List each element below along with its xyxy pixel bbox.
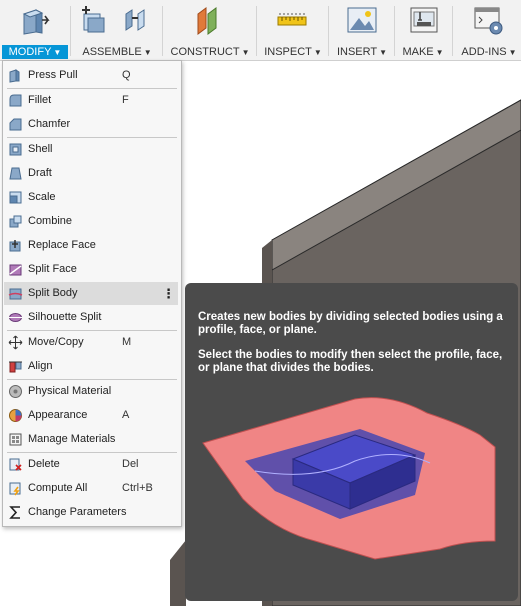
menu-item-manage-materials[interactable]: Manage Materials xyxy=(4,428,178,451)
menu-item-press-pull[interactable]: Press Pull Q xyxy=(4,64,178,87)
replace-face-icon xyxy=(9,240,21,252)
menu-item-label: Split Body xyxy=(28,287,78,299)
physical-material-icon xyxy=(9,385,22,398)
menu-item-combine[interactable]: Combine xyxy=(4,210,178,233)
align-icon xyxy=(9,361,22,373)
compute-all-icon xyxy=(9,482,21,496)
menu-item-silhouette-split[interactable]: Silhouette Split xyxy=(4,306,178,329)
insert-menu-button[interactable]: INSERT ▼ xyxy=(336,45,388,59)
modify-menu-button[interactable]: MODIFY ▼ xyxy=(2,45,68,59)
menu-item-label: Chamfer xyxy=(28,118,71,130)
ribbon-toolbar: MODIFY ▼ ASSEMBLE ▼ CONSTRUCT ▼ INSPECT … xyxy=(0,0,521,61)
add-ins-group[interactable]: ADD-INS ▼ xyxy=(454,0,521,60)
insert-group[interactable]: INSERT ▼ xyxy=(330,0,392,60)
menu-item-shortcut: Del xyxy=(122,458,139,470)
menu-item-align[interactable]: Align xyxy=(4,355,178,378)
appearance-icon xyxy=(9,409,22,422)
inspect-menu-button[interactable]: INSPECT ▼ xyxy=(264,45,322,59)
menu-item-compute-all[interactable]: Compute All Ctrl+B xyxy=(4,477,178,500)
modify-group[interactable]: MODIFY ▼ xyxy=(0,0,68,60)
menu-item-shell[interactable]: Shell xyxy=(4,138,178,161)
3d-print-icon[interactable] xyxy=(408,4,440,36)
menu-item-label: Physical Material xyxy=(28,385,112,397)
press-pull-icon[interactable] xyxy=(18,4,50,36)
split-body-tooltip: Creates new bodies by dividing selected … xyxy=(185,283,518,601)
draft-icon xyxy=(9,167,22,180)
tooltip-description: Creates new bodies by dividing selected … xyxy=(198,311,503,336)
press-pull-icon xyxy=(9,69,20,83)
menu-item-chamfer[interactable]: Chamfer xyxy=(4,113,178,136)
menu-item-draft[interactable]: Draft xyxy=(4,162,178,185)
make-menu-button[interactable]: MAKE ▼ xyxy=(400,45,446,59)
menu-item-change-parameters[interactable]: Change Parameters xyxy=(4,501,178,524)
move-copy-icon xyxy=(8,335,23,350)
modify-dropdown-menu: Press Pull Q Fillet F Chamfer Shell Draf… xyxy=(2,60,182,527)
add-ins-menu-button[interactable]: ADD-INS ▼ xyxy=(460,45,518,59)
combine-icon xyxy=(9,215,22,228)
menu-item-delete[interactable]: Delete Del xyxy=(4,453,178,476)
split-face-icon xyxy=(9,264,22,276)
manage-materials-icon xyxy=(9,433,22,446)
delete-icon xyxy=(9,458,22,471)
chamfer-icon xyxy=(9,118,22,131)
assemble-group[interactable]: ASSEMBLE ▼ xyxy=(72,0,158,60)
scale-icon xyxy=(9,191,22,204)
menu-item-label: Shell xyxy=(28,143,53,155)
menu-item-label: Combine xyxy=(28,215,73,227)
menu-item-label: Appearance xyxy=(28,409,88,421)
menu-item-label: Move/Copy xyxy=(28,336,84,348)
menu-item-shortcut: F xyxy=(122,94,129,106)
menu-item-label: Fillet xyxy=(28,94,52,106)
construct-group[interactable]: CONSTRUCT ▼ xyxy=(164,0,254,60)
menu-item-label: Manage Materials xyxy=(28,433,116,445)
offset-plane-icon[interactable] xyxy=(192,4,224,36)
menu-item-replace-face[interactable]: Replace Face xyxy=(4,234,178,257)
menu-item-label: Scale xyxy=(28,191,56,203)
shell-icon xyxy=(9,143,22,156)
joint-icon[interactable] xyxy=(120,4,152,36)
more-options-icon[interactable]: ⋮ xyxy=(162,282,175,305)
inspect-group[interactable]: INSPECT ▼ xyxy=(258,0,326,60)
menu-item-label: Change Parameters xyxy=(28,506,127,518)
menu-item-label: Draft xyxy=(28,167,52,179)
menu-item-label: Align xyxy=(28,360,53,372)
new-component-icon[interactable] xyxy=(78,4,110,36)
split-body-icon xyxy=(8,288,23,300)
sigma-icon xyxy=(9,506,20,519)
silhouette-split-icon xyxy=(9,313,22,322)
menu-item-shortcut: Q xyxy=(122,69,131,81)
tooltip-instructions: Select the bodies to modify then select … xyxy=(198,349,503,374)
menu-item-split-face[interactable]: Split Face xyxy=(4,258,178,281)
menu-item-split-body[interactable]: Split Body ⋮ xyxy=(4,282,178,305)
menu-item-move-copy[interactable]: Move/Copy M xyxy=(4,331,178,354)
menu-item-label: Silhouette Split xyxy=(28,311,102,323)
construct-menu-button[interactable]: CONSTRUCT ▼ xyxy=(170,45,250,59)
split-body-illustration xyxy=(202,397,496,560)
menu-item-appearance[interactable]: Appearance A xyxy=(4,404,178,427)
menu-item-physical-material[interactable]: Physical Material xyxy=(4,380,178,403)
menu-item-label: Split Face xyxy=(28,263,77,275)
menu-item-label: Compute All xyxy=(28,482,88,494)
scripts-addins-icon[interactable] xyxy=(472,4,504,36)
menu-item-label: Delete xyxy=(28,458,60,470)
make-group[interactable]: MAKE ▼ xyxy=(396,0,450,60)
measure-ruler-icon[interactable] xyxy=(276,4,308,36)
menu-item-shortcut: Ctrl+B xyxy=(122,482,153,494)
assemble-menu-button[interactable]: ASSEMBLE ▼ xyxy=(82,45,152,59)
menu-item-scale[interactable]: Scale xyxy=(4,186,178,209)
insert-image-icon[interactable] xyxy=(346,4,378,36)
menu-item-fillet[interactable]: Fillet F xyxy=(4,89,178,112)
menu-item-label: Replace Face xyxy=(28,239,96,251)
fillet-icon xyxy=(9,94,22,107)
menu-item-shortcut: A xyxy=(122,409,130,421)
menu-item-shortcut: M xyxy=(122,336,132,348)
menu-item-label: Press Pull xyxy=(28,69,78,81)
